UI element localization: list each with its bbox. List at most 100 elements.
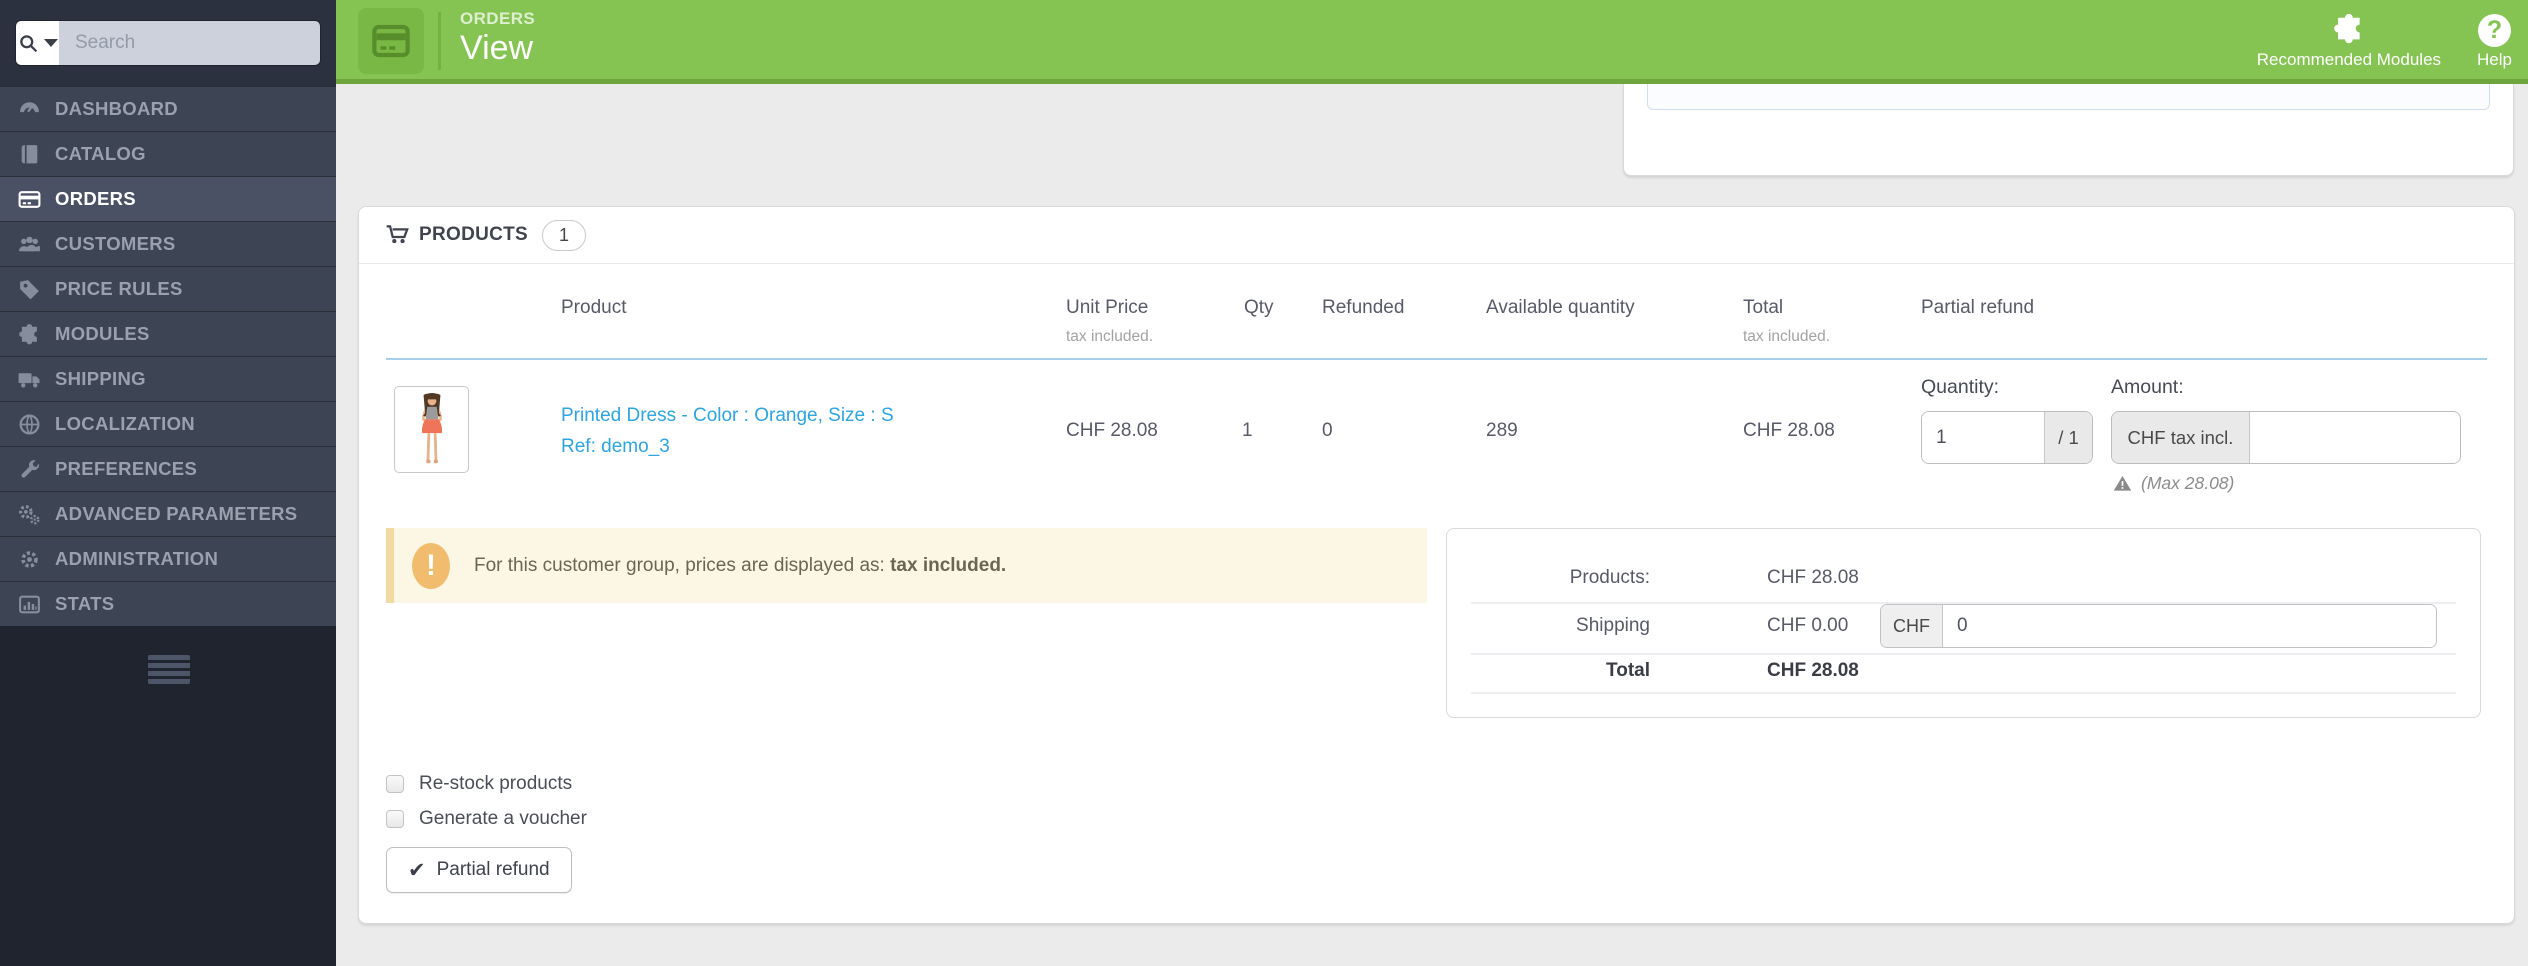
check-icon: ✔ (408, 858, 426, 882)
products-count-badge: 1 (542, 219, 587, 251)
table-header-underline (386, 358, 2487, 360)
sidebar-item-label: PREFERENCES (55, 458, 198, 479)
exclamation-icon: ! (412, 542, 450, 589)
totals-total-label: Total (1606, 660, 1650, 681)
restock-products-checkbox[interactable] (386, 775, 404, 793)
sidebar-search-zone (0, 0, 336, 86)
sidebar-item-customers[interactable]: CUSTOMERS (0, 221, 336, 266)
generate-voucher-label: Generate a voucher (419, 808, 587, 829)
products-panel-title: PRODUCTS (419, 224, 529, 245)
page-header: ORDERS View Recommended Modules ? Help (336, 0, 2528, 84)
sidebar-item-label: PRICE RULES (55, 278, 183, 299)
previous-panel-bottom (1623, 84, 2514, 176)
col-header-available-quantity: Available quantity (1486, 297, 1635, 318)
help-label: Help (2477, 49, 2512, 69)
refund-quantity-input[interactable] (1922, 412, 2044, 463)
sidebar-item-label: ORDERS (55, 188, 136, 209)
refund-amount-group: CHF tax incl. (2111, 411, 2461, 464)
products-panel: PRODUCTS 1 Product Unit Price tax includ… (358, 206, 2515, 924)
sidebar-nav: DASHBOARD CATALOG ORDERS CUSTOMERS PRICE… (0, 86, 336, 626)
advanced-parameters-icon (15, 500, 43, 528)
sidebar-item-label: CATALOG (55, 143, 146, 164)
sidebar-item-dashboard[interactable]: DASHBOARD (0, 86, 336, 131)
sidebar-item-stats[interactable]: STATS (0, 581, 336, 626)
shipping-icon (15, 365, 43, 393)
puzzle-icon (2331, 10, 2367, 47)
sidebar: DASHBOARD CATALOG ORDERS CUSTOMERS PRICE… (0, 0, 336, 966)
dashboard-icon (15, 95, 43, 123)
refund-quantity-group: / 1 (1921, 411, 2093, 464)
order-totals-box: Products: CHF 28.08 Shipping CHF 0.00 CH… (1446, 528, 2481, 718)
localization-icon (15, 410, 43, 438)
refund-max-note: (Max 28.08) (2113, 473, 2234, 494)
cell-total: CHF 28.08 (1743, 420, 1835, 441)
tax-notice-text: For this customer group, prices are disp… (474, 554, 1007, 576)
sidebar-collapse-icon[interactable] (148, 655, 190, 684)
help-button[interactable]: ? Help (2477, 10, 2512, 70)
sidebar-item-administration[interactable]: ADMINISTRATION (0, 536, 336, 581)
sidebar-item-label: SHIPPING (55, 368, 146, 389)
header-divider (438, 12, 441, 70)
product-name: Printed Dress - Color : Orange, Size : S (561, 405, 894, 426)
shipping-input[interactable] (1943, 605, 2436, 647)
sidebar-item-label: CUSTOMERS (55, 233, 176, 254)
sidebar-item-price-rules[interactable]: PRICE RULES (0, 266, 336, 311)
sidebar-item-label: DASHBOARD (55, 98, 178, 119)
cell-available-quantity: 289 (1486, 420, 1518, 441)
col-header-unit-price: Unit Price (1066, 297, 1149, 318)
product-image-printed-dress (421, 392, 442, 463)
sidebar-item-localization[interactable]: LOCALIZATION (0, 401, 336, 446)
shipping-input-group: CHF (1880, 604, 2437, 648)
sidebar-item-label: MODULES (55, 323, 150, 344)
refund-amount-input[interactable] (2250, 412, 2460, 463)
partial-refund-button[interactable]: ✔ Partial refund (386, 847, 572, 893)
recommended-modules-label: Recommended Modules (2256, 49, 2442, 69)
totals-products-label: Products: (1569, 567, 1650, 588)
col-header-total: Total (1743, 297, 1784, 318)
orders-icon (15, 185, 43, 213)
totals-shipping-value: CHF 0.00 (1767, 615, 1849, 636)
search-scope-button[interactable] (16, 21, 59, 65)
sidebar-item-modules[interactable]: MODULES (0, 311, 336, 356)
breadcrumb: ORDERS (460, 9, 536, 28)
modules-icon (15, 320, 43, 348)
generate-voucher-option[interactable]: Generate a voucher (386, 806, 587, 832)
partial-refund-button-label: Partial refund (436, 859, 550, 880)
chevron-down-icon (43, 39, 58, 47)
totals-divider (1471, 692, 2456, 694)
product-link[interactable]: Printed Dress - Color : Orange, Size : S… (561, 400, 894, 462)
page-title: View (460, 29, 534, 67)
sidebar-item-catalog[interactable]: CATALOG (0, 131, 336, 176)
sidebar-item-label: ADVANCED PARAMETERS (55, 503, 298, 524)
col-header-partial-refund: Partial refund (1921, 297, 2035, 318)
totals-total-value: CHF 28.08 (1767, 660, 1859, 681)
restock-products-label: Re-stock products (419, 773, 573, 794)
orders-header-icon (358, 8, 424, 74)
col-header-product: Product (561, 297, 627, 318)
generate-voucher-checkbox[interactable] (386, 810, 404, 828)
totals-divider (1471, 653, 2456, 655)
stats-icon (15, 590, 43, 618)
totals-products-value: CHF 28.08 (1767, 567, 1859, 588)
cart-icon (386, 225, 409, 244)
sidebar-item-orders[interactable]: ORDERS (0, 176, 336, 221)
totals-shipping-label: Shipping (1576, 615, 1650, 636)
sidebar-item-preferences[interactable]: PREFERENCES (0, 446, 336, 491)
sidebar-item-label: LOCALIZATION (55, 413, 195, 434)
sidebar-item-shipping[interactable]: SHIPPING (0, 356, 336, 401)
sidebar-item-advanced-parameters[interactable]: ADVANCED PARAMETERS (0, 491, 336, 536)
product-thumbnail (394, 386, 469, 473)
search-input[interactable] (59, 21, 320, 65)
col-subheader-total-tax: tax included. (1743, 328, 1831, 345)
restock-products-option[interactable]: Re-stock products (386, 771, 572, 797)
preferences-icon (15, 455, 43, 483)
recommended-modules-button[interactable]: Recommended Modules (2257, 10, 2441, 70)
shipping-currency-addon: CHF (1881, 605, 1943, 647)
cell-refunded: 0 (1322, 420, 1333, 441)
refund-max-text: (Max 28.08) (2141, 473, 2235, 493)
products-panel-header: PRODUCTS 1 (359, 207, 2514, 264)
col-subheader-unit-price-tax: tax included. (1066, 328, 1154, 345)
amount-label: Amount: (2111, 376, 2184, 398)
sidebar-item-label: ADMINISTRATION (55, 548, 219, 569)
cell-qty: 1 (1242, 420, 1253, 441)
